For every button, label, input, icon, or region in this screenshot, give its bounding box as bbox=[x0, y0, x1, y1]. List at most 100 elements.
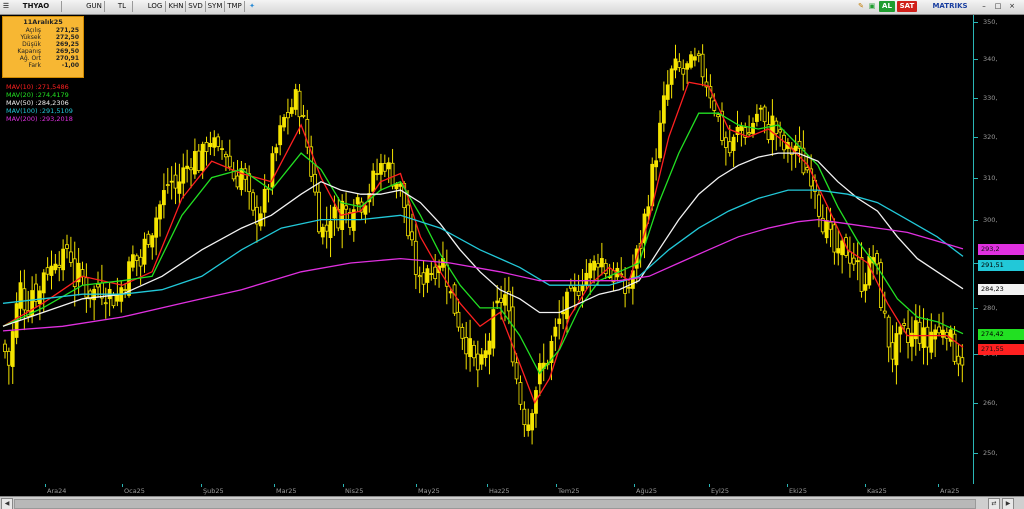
candle-body bbox=[208, 142, 213, 148]
time-tick-label: Tem25 bbox=[558, 487, 580, 495]
candle-body bbox=[138, 256, 143, 267]
time-tick-label: Eyl25 bbox=[711, 487, 730, 495]
candle-body bbox=[681, 68, 686, 75]
candle-body bbox=[390, 162, 395, 187]
period-button[interactable]: GUN bbox=[84, 1, 105, 12]
candle-body bbox=[96, 283, 100, 288]
svd-button[interactable]: SVD bbox=[186, 1, 206, 12]
legend-mav50: MAV(50) :284,2306 bbox=[6, 99, 69, 107]
indicator-icon[interactable]: ▣ bbox=[867, 1, 877, 12]
close-icon[interactable]: × bbox=[1006, 1, 1018, 12]
log-scale-button[interactable]: LOG bbox=[145, 1, 166, 12]
menu-icon[interactable]: ☰ bbox=[2, 1, 10, 12]
candle-body bbox=[661, 95, 666, 124]
candle-body bbox=[731, 136, 736, 151]
price-tag: 291,51 bbox=[978, 260, 1024, 272]
price-tick-label: 250, bbox=[983, 448, 998, 457]
candle-body bbox=[293, 89, 298, 110]
symbol-selector[interactable]: THYAO bbox=[11, 1, 62, 12]
candle-body bbox=[762, 106, 767, 123]
brand-logo: MATRIKS bbox=[932, 2, 968, 10]
khn-button[interactable]: KHN bbox=[167, 1, 186, 12]
candle-body bbox=[375, 173, 379, 175]
edit-icon[interactable]: ✎ bbox=[856, 1, 866, 12]
info-row-diff: Fark -1,00 bbox=[28, 62, 79, 69]
price-tick-mark bbox=[974, 59, 978, 61]
candle-body bbox=[793, 145, 798, 151]
candle-body bbox=[584, 272, 589, 286]
time-tick-mark bbox=[45, 484, 46, 487]
candle-body bbox=[45, 267, 50, 275]
candle-body bbox=[189, 167, 193, 171]
candle-body bbox=[898, 326, 903, 335]
candle-body bbox=[224, 153, 228, 158]
time-tick-mark bbox=[416, 484, 417, 487]
currency-button[interactable]: TL bbox=[112, 1, 133, 12]
price-tick-label: 260, bbox=[983, 398, 998, 407]
horizontal-scrollbar[interactable]: ◀ ⇄ ▶ bbox=[0, 496, 1024, 509]
candle-body bbox=[161, 190, 166, 206]
candle-body bbox=[518, 382, 523, 405]
price-tag: 274,42 bbox=[978, 328, 1024, 340]
buy-button[interactable]: AL bbox=[879, 1, 895, 12]
candle-body bbox=[146, 233, 151, 245]
price-tick-mark bbox=[974, 177, 978, 179]
candle-body bbox=[417, 275, 422, 278]
time-tick-label: Ara25 bbox=[940, 487, 960, 495]
candle-body bbox=[875, 253, 879, 265]
candle-body bbox=[134, 255, 139, 261]
scroll-right-icon[interactable]: ▶ bbox=[1002, 498, 1014, 509]
candle-body bbox=[406, 204, 410, 237]
time-tick-mark bbox=[556, 484, 557, 487]
sym-button[interactable]: SYM bbox=[206, 1, 225, 12]
info-row-open: Açılış 271,25 bbox=[25, 27, 79, 34]
candle-body bbox=[917, 321, 922, 344]
candle-body bbox=[200, 143, 205, 171]
price-chart[interactable] bbox=[0, 15, 973, 484]
time-tick-label: Ara24 bbox=[47, 487, 67, 495]
candle-body bbox=[115, 294, 120, 302]
candle-body bbox=[80, 269, 85, 277]
candle-body bbox=[460, 327, 465, 339]
price-tick-mark bbox=[974, 97, 978, 99]
candle-body bbox=[464, 337, 469, 355]
time-axis[interactable]: Ara24 Oca25 Şub25 Mar25 Nis25 May25 Haz25 Tem25… bbox=[0, 484, 973, 496]
candle-body bbox=[960, 357, 965, 366]
candle-body bbox=[313, 173, 317, 193]
candle-body bbox=[130, 254, 135, 268]
price-tick-label: 320, bbox=[983, 132, 998, 141]
candle-body bbox=[193, 151, 197, 175]
candle-body bbox=[324, 224, 329, 232]
candle-body bbox=[572, 287, 577, 292]
candle-body bbox=[669, 68, 674, 85]
candle-body bbox=[952, 333, 957, 362]
candle-body bbox=[727, 141, 732, 154]
candle-body bbox=[925, 326, 930, 348]
candle-body bbox=[673, 58, 678, 71]
candle-body bbox=[235, 175, 240, 188]
candle-body bbox=[472, 345, 476, 359]
candle-body bbox=[491, 309, 496, 349]
price-tick-mark bbox=[974, 307, 978, 309]
minimize-icon[interactable]: – bbox=[978, 1, 990, 12]
candle-body bbox=[61, 248, 66, 271]
maximize-icon[interactable]: □ bbox=[992, 1, 1004, 12]
candle-body bbox=[933, 329, 938, 340]
scroll-thumb[interactable] bbox=[14, 499, 976, 509]
tweet-icon[interactable]: ✦ bbox=[247, 1, 257, 12]
candle-body bbox=[158, 204, 162, 220]
candle-body bbox=[282, 117, 286, 128]
candle-body bbox=[177, 181, 182, 194]
candle-body bbox=[580, 285, 585, 292]
scroll-left-icon[interactable]: ◀ bbox=[1, 498, 13, 509]
candle-body bbox=[510, 306, 515, 363]
price-tick-mark bbox=[974, 452, 978, 454]
candle-body bbox=[848, 251, 852, 264]
candle-body bbox=[456, 311, 461, 328]
legend-mav200: MAV(200) :293,2018 bbox=[6, 115, 73, 123]
tmp-button[interactable]: TMP bbox=[225, 1, 245, 12]
sell-button[interactable]: SAT bbox=[897, 1, 917, 12]
time-tick-label: Nis25 bbox=[345, 487, 364, 495]
price-axis[interactable]: 250,260,270,280,290,300,310,320,330,340,… bbox=[973, 15, 1024, 484]
zoom-icon[interactable]: ⇄ bbox=[988, 498, 1000, 509]
